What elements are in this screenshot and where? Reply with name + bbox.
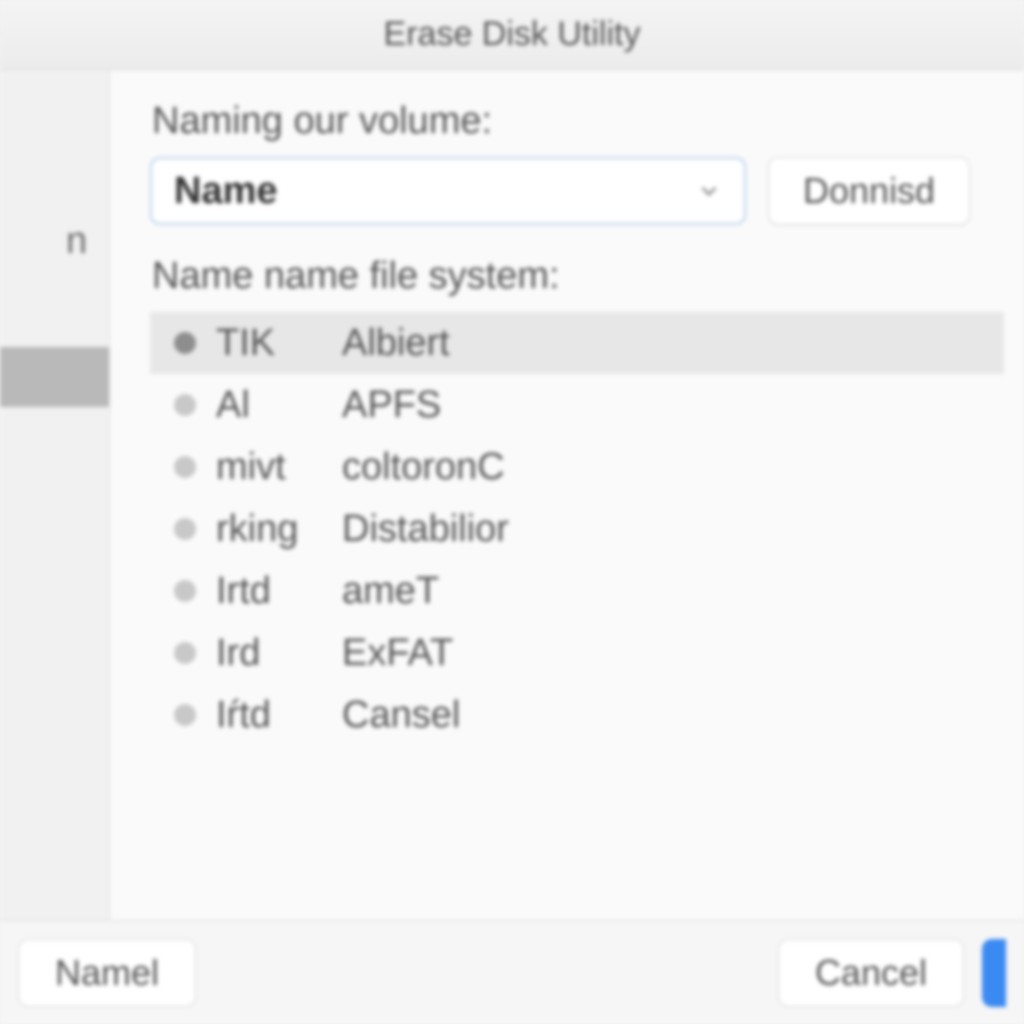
- filesystem-col2: APFS: [342, 384, 441, 427]
- main-panel: Naming our volume: Name Donnisd Name nam…: [110, 70, 1024, 920]
- namel-button-label: Namel: [55, 952, 159, 994]
- titlebar: Erase Disk Utility: [0, 0, 1024, 70]
- filesystem-col2: coltoronC: [342, 446, 505, 489]
- window: Erase Disk Utility n Naming our volume: …: [0, 0, 1024, 1024]
- volume-name-combo[interactable]: Name: [150, 157, 746, 225]
- filesystem-col1: rking: [216, 508, 342, 551]
- filesystem-col1: Iŕtd: [216, 694, 342, 737]
- filesystem-col2: Distabilior: [342, 508, 509, 551]
- radio-icon: [174, 704, 196, 726]
- filesystem-list: TIKAlbiertAlAPFSmivtcoltoronCrkingDistab…: [150, 312, 1004, 746]
- filesystem-row[interactable]: mivtcoltoronC: [150, 436, 1004, 498]
- radio-icon: [174, 580, 196, 602]
- filesystem-col1: Al: [216, 384, 342, 427]
- window-title: Erase Disk Utility: [384, 15, 641, 54]
- filesystem-row[interactable]: IŕtdCansel: [150, 684, 1004, 746]
- filesystem-row[interactable]: TIKAlbiert: [150, 312, 1004, 374]
- sidebar-text-fragment: n: [0, 70, 109, 263]
- radio-icon: [174, 394, 196, 416]
- radio-icon: [174, 642, 196, 664]
- filesystem-col1: mivt: [216, 446, 342, 489]
- chevron-down-icon: [696, 178, 722, 204]
- donnisd-button-label: Donnisd: [803, 170, 935, 212]
- filesystem-row[interactable]: IrdExFAT: [150, 622, 1004, 684]
- filesystem-col1: Ird: [216, 632, 342, 675]
- donnisd-button[interactable]: Donnisd: [768, 157, 970, 225]
- primary-button-edge[interactable]: [982, 939, 1006, 1007]
- sidebar: n: [0, 70, 110, 920]
- filesystem-col1: Irtd: [216, 570, 342, 613]
- radio-icon: [174, 332, 196, 354]
- namel-button[interactable]: Namel: [18, 939, 196, 1007]
- window-body: n Naming our volume: Name Donnisd Name n…: [0, 70, 1024, 920]
- volume-name-label: Naming our volume:: [152, 100, 1004, 143]
- filesystem-col2: ameT: [342, 570, 439, 613]
- filesystem-col2: Albiert: [342, 322, 450, 365]
- filesystem-col2: ExFAT: [342, 632, 453, 675]
- radio-icon: [174, 518, 196, 540]
- filesystem-col1: TIK: [216, 322, 342, 365]
- filesystem-row[interactable]: AlAPFS: [150, 374, 1004, 436]
- radio-icon: [174, 456, 196, 478]
- filesystem-col2: Cansel: [342, 694, 460, 737]
- filesystem-label: Name name file system:: [152, 255, 1004, 298]
- sidebar-item-selected[interactable]: [0, 347, 109, 407]
- filesystem-row[interactable]: rkingDistabilior: [150, 498, 1004, 560]
- cancel-button[interactable]: Cancel: [778, 939, 964, 1007]
- filesystem-row[interactable]: IrtdameT: [150, 560, 1004, 622]
- cancel-button-label: Cancel: [815, 952, 927, 994]
- volume-name-combo-value: Name: [174, 170, 278, 213]
- footer: Namel Cancel: [0, 920, 1024, 1024]
